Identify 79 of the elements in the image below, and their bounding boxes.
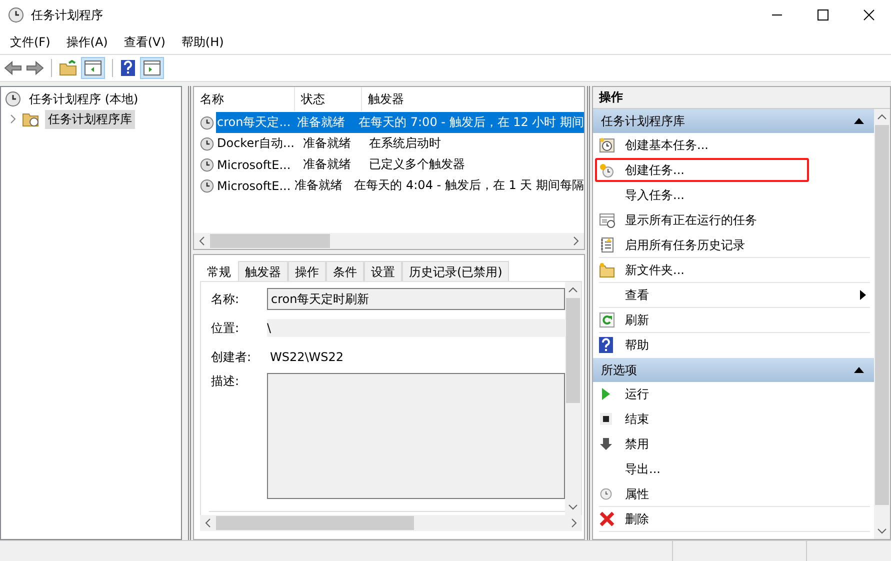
notebook-icon [599, 237, 615, 253]
column-header[interactable]: 触发器 [362, 87, 584, 111]
vertical-scrollbar[interactable] [874, 109, 890, 539]
author-text: WS22\WS22 [269, 350, 345, 364]
action-item[interactable]: 创建基本任务... [625, 136, 708, 154]
collapse-icon[interactable] [854, 118, 864, 124]
menu-item[interactable]: 查看(V) [124, 34, 166, 50]
forward-arrow-icon[interactable] [26, 60, 44, 76]
panel-title: 操作 [593, 87, 890, 109]
clock-icon [599, 137, 615, 153]
action-item[interactable]: 删除 [625, 510, 649, 528]
window-clock-icon [599, 212, 615, 228]
clock-icon [200, 116, 214, 130]
maximize-icon[interactable] [817, 9, 829, 21]
tab[interactable]: 条件 [326, 261, 364, 281]
field-label: 位置: [210, 320, 240, 336]
stop-icon [599, 412, 613, 426]
action-item[interactable]: 禁用 [625, 436, 649, 452]
panel-toggle-icon[interactable] [81, 57, 105, 79]
vertical-scrollbar[interactable] [565, 282, 581, 515]
action-item[interactable]: 查看 [625, 286, 649, 304]
window-title: 任务计划程序 [31, 6, 103, 24]
task-row[interactable]: Docker自动... 准备就绪 在系统启动时 [216, 133, 584, 154]
menu-item[interactable]: 操作(A) [66, 34, 108, 50]
action-item[interactable]: 属性 [625, 486, 649, 502]
action-item[interactable]: 创建任务... [625, 162, 684, 178]
collapse-icon[interactable] [854, 367, 864, 373]
tab[interactable]: 历史记录(已禁用) [402, 261, 510, 281]
horizontal-scrollbar[interactable] [200, 515, 582, 531]
name-field[interactable]: cron每天定时刷新 [267, 288, 565, 310]
folder-icon [599, 262, 615, 278]
field-label: 名称: [210, 290, 240, 308]
action-item[interactable]: 启用所有任务历史记录 [625, 236, 745, 254]
field-label: 描述: [210, 373, 240, 390]
section-header[interactable]: 所选项 [593, 358, 874, 382]
chevron-icon[interactable] [9, 114, 17, 124]
clock-icon [200, 158, 214, 172]
tab[interactable]: 设置 [364, 261, 402, 281]
clock-icon [599, 162, 615, 178]
column-header[interactable]: 名称 [194, 87, 295, 111]
action-item[interactable]: 结束 [625, 410, 649, 428]
help-icon [599, 337, 613, 353]
back-arrow-icon[interactable] [4, 60, 22, 76]
refresh-icon [599, 312, 615, 328]
panel-toggle-icon[interactable] [140, 57, 164, 79]
action-item[interactable]: 导出... [625, 460, 660, 478]
folder-clock-icon [22, 111, 40, 127]
action-item[interactable]: 运行 [625, 386, 649, 402]
delete-icon [599, 511, 615, 527]
submenu-arrow-icon [860, 290, 866, 300]
horizontal-scrollbar[interactable] [194, 233, 584, 249]
menu-item[interactable]: 帮助(H) [181, 34, 224, 50]
tab[interactable]: 触发器 [238, 261, 288, 281]
clock-icon [200, 178, 214, 192]
description-field[interactable] [267, 373, 565, 499]
down-arrow-icon [599, 437, 613, 451]
action-item[interactable]: 帮助 [625, 336, 649, 354]
tab[interactable]: 操作 [288, 261, 326, 281]
action-item[interactable]: 新文件夹... [625, 262, 684, 278]
task-row[interactable]: MicrosoftE... 准备就绪 已定义多个触发器 [216, 154, 584, 175]
tree-item[interactable]: 任务计划程序 (本地) [26, 90, 142, 108]
task-row[interactable]: MicrosoftE... 准备就绪 在每天的 4:04 - 触发后，在 1 天 期间每隔 [216, 175, 584, 196]
clock-icon [8, 7, 24, 23]
action-item[interactable]: 导入任务... [625, 186, 684, 204]
folder-up-icon[interactable] [59, 60, 77, 76]
menu-item[interactable]: 文件(F) [10, 34, 50, 50]
action-item[interactable]: 显示所有正在运行的任务 [625, 212, 757, 228]
section-header[interactable]: 任务计划程序库 [593, 109, 874, 133]
tree-item[interactable]: 任务计划程序库 [45, 110, 135, 128]
location-field: \ [267, 319, 565, 337]
help-icon[interactable] [120, 59, 136, 77]
close-icon[interactable] [863, 9, 875, 21]
column-header[interactable]: 状态 [295, 87, 362, 111]
clock-icon [200, 136, 214, 150]
action-item[interactable]: 刷新 [625, 312, 649, 328]
task-row[interactable]: cron每天定... 准备就绪 在每天的 7:00 - 触发后，在 12 小时 期间 [216, 112, 584, 133]
clock-icon [5, 91, 21, 107]
clock-icon [599, 487, 613, 501]
field-label: 创建者: [210, 348, 252, 366]
